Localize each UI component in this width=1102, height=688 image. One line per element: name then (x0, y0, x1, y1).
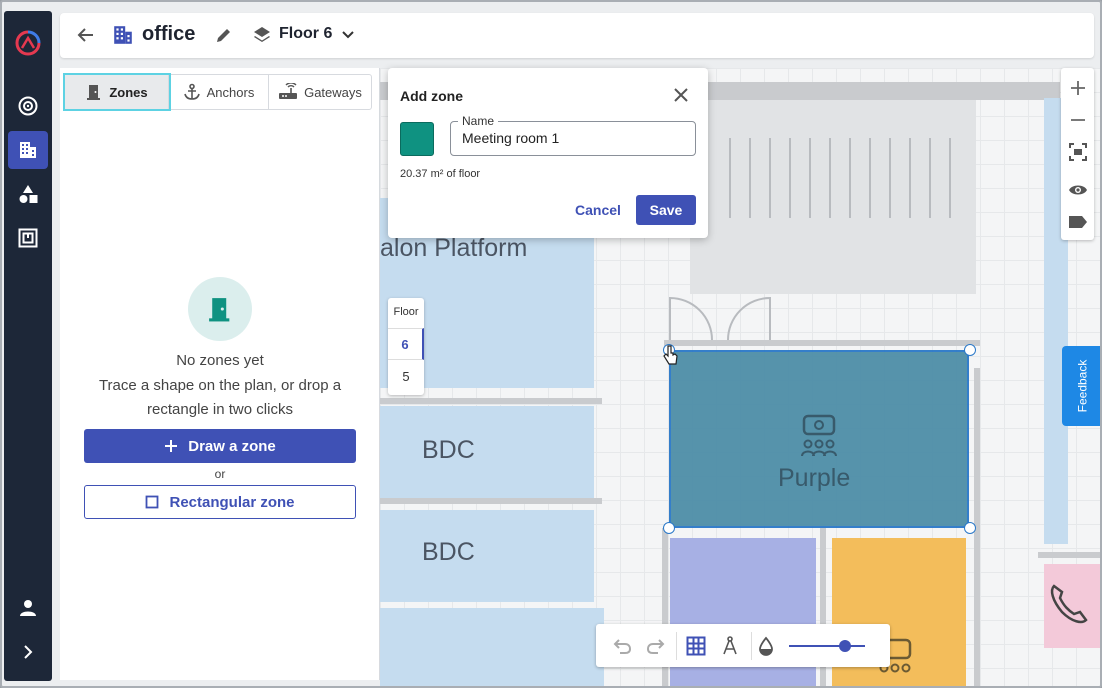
phone-icon (1050, 584, 1088, 624)
chevron-right-icon (24, 645, 33, 659)
zoom-in-icon[interactable] (1065, 75, 1090, 100)
zone-color-swatch[interactable] (400, 122, 434, 156)
opacity-slider-thumb[interactable] (839, 640, 851, 652)
resize-handle-bl[interactable] (663, 522, 675, 534)
opacity-slider[interactable] (789, 640, 865, 652)
tab-gateways[interactable]: Gateways (269, 75, 371, 109)
room-label-purple: Purple (778, 464, 851, 492)
plus-icon (165, 440, 178, 452)
target-icon (18, 96, 38, 116)
wall (380, 398, 602, 404)
anchor-icon (183, 83, 200, 100)
zones-panel: Zones Anchors Gateways No zones yet Trac… (60, 68, 380, 680)
add-zone-dialog: Add zone Name 20.37 m² of floor Cancel S… (388, 68, 708, 238)
zone-name-input[interactable] (462, 130, 688, 146)
empty-state-icon (188, 277, 252, 341)
undo-icon[interactable] (610, 634, 634, 658)
drawing-toolbar (596, 624, 890, 667)
label-icon[interactable] (1065, 209, 1090, 234)
pencil-icon[interactable] (214, 25, 234, 50)
building-icon (20, 142, 36, 158)
tab-zones-label: Zones (109, 84, 148, 100)
zone-area-text: 20.37 m² of floor (400, 168, 481, 180)
floor-option-5[interactable]: 5 (388, 362, 424, 392)
feedback-button[interactable]: Feedback (1062, 346, 1100, 426)
draw-zone-button[interactable]: Draw a zone (84, 429, 356, 463)
zone-name-label: Name (458, 114, 499, 128)
nav-account[interactable] (8, 589, 48, 627)
compass-tool-icon[interactable] (718, 634, 742, 658)
door-icon (669, 296, 771, 341)
floor-switcher: Floor 6 5 (388, 298, 424, 395)
building-title: office (142, 23, 196, 45)
empty-state-title: No zones yet (176, 352, 264, 369)
stairs-icon (729, 138, 951, 218)
save-button[interactable]: Save (636, 195, 696, 225)
zone-name-field: Name (450, 114, 696, 156)
nav-expand[interactable] (8, 633, 48, 671)
cancel-button[interactable]: Cancel (564, 195, 632, 225)
eye-icon[interactable] (1065, 177, 1090, 202)
room-label-bdc-1: BDC (422, 436, 475, 464)
door-icon (87, 85, 101, 100)
hand-cursor-icon (663, 345, 678, 365)
fit-to-screen-icon[interactable] (1065, 139, 1090, 164)
square-icon (146, 495, 159, 509)
opacity-icon (754, 634, 778, 658)
shapes-icon (19, 185, 38, 203)
router-icon (279, 83, 298, 99)
rectangular-zone-label: Rectangular zone (169, 493, 295, 511)
person-icon (20, 600, 36, 616)
room-label-platform: alon Platform (380, 234, 528, 262)
tab-anchors-label: Anchors (206, 84, 255, 100)
top-header: office Floor 6 (60, 13, 1094, 58)
floorplan-icon (18, 228, 38, 248)
resize-handle-br[interactable] (964, 522, 976, 534)
redo-icon[interactable] (644, 634, 668, 658)
room-bottom-left (380, 608, 604, 686)
floor-option-6[interactable]: 6 (388, 328, 424, 360)
feedback-label: Feedback (1075, 359, 1090, 413)
nav-buildings[interactable] (8, 131, 48, 169)
floor-switcher-header: Floor (393, 306, 419, 318)
empty-state-text: Trace a shape on the plan, or drop a rec… (98, 377, 342, 418)
toolbar-divider (751, 632, 752, 660)
room-label-bdc-2: BDC (422, 538, 475, 566)
wall (380, 498, 602, 504)
arrow-back-icon[interactable] (76, 25, 96, 50)
door-icon (209, 298, 230, 322)
resize-handle-tr[interactable] (964, 344, 976, 356)
grid-icon[interactable] (684, 634, 708, 658)
nav-shapes[interactable] (8, 175, 48, 213)
room-bdc-2 (380, 510, 594, 602)
layers-icon (252, 25, 272, 50)
building-icon (112, 24, 134, 51)
left-nav (4, 11, 52, 681)
tab-anchors[interactable]: Anchors (169, 75, 269, 109)
meeting-room-icon (801, 414, 837, 457)
wall (664, 340, 980, 346)
or-separator: or (214, 467, 226, 481)
rectangular-zone-button[interactable]: Rectangular zone (84, 485, 356, 519)
app-window: office Floor 6 alon Platform BDC BDC Pur… (0, 0, 1102, 688)
tab-zones[interactable]: Zones (63, 73, 171, 111)
map-toolbar (1061, 68, 1094, 240)
floor-selector[interactable]: Floor 6 (279, 25, 332, 43)
wall (1038, 552, 1100, 558)
toolbar-divider (676, 632, 677, 660)
nav-floorplans[interactable] (8, 219, 48, 257)
room-bdc-1 (380, 406, 594, 498)
panel-tabs: Zones Anchors Gateways (63, 73, 372, 111)
nav-positioning[interactable] (8, 87, 48, 125)
zoom-out-icon[interactable] (1065, 107, 1090, 132)
app-logo-icon[interactable] (14, 29, 42, 57)
close-icon[interactable] (672, 86, 690, 109)
dialog-title: Add zone (400, 88, 463, 104)
draw-zone-label: Draw a zone (188, 437, 276, 455)
chevron-down-icon[interactable] (341, 28, 355, 47)
tab-gateways-label: Gateways (304, 84, 362, 100)
